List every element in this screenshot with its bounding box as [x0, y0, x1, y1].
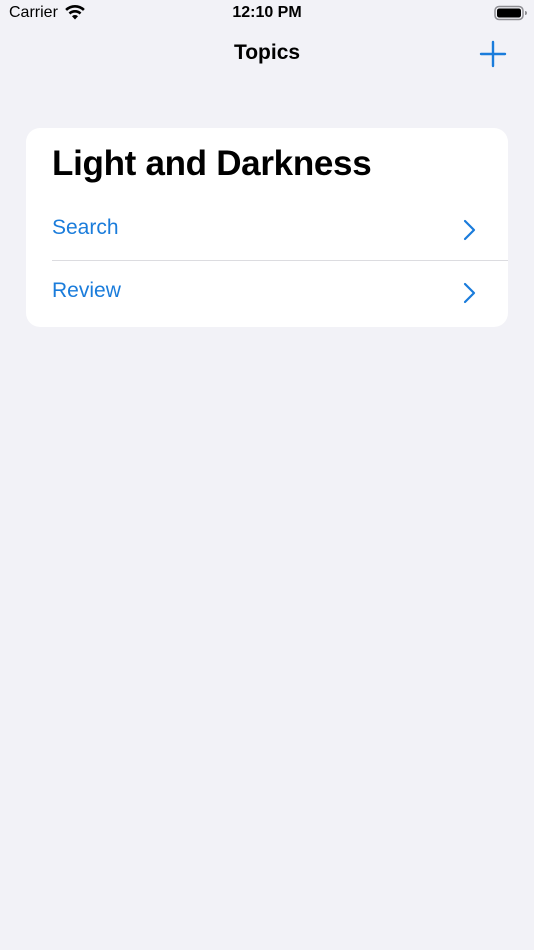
battery-icon — [494, 5, 527, 21]
chevron-right-icon — [463, 282, 476, 304]
add-topic-button[interactable] — [476, 37, 510, 71]
navigation-bar: Topics — [0, 28, 534, 82]
review-row[interactable]: Review — [26, 261, 508, 323]
clock: 12:10 PM — [232, 4, 302, 21]
search-label: Search — [52, 216, 119, 239]
status-bar: Carrier 12:10 PM — [0, 0, 534, 28]
review-label: Review — [52, 279, 121, 302]
plus-icon — [479, 40, 507, 68]
topic-title: Light and Darkness — [52, 144, 372, 183]
chevron-right-icon — [463, 219, 476, 241]
search-row[interactable]: Search — [26, 198, 508, 260]
topic-card: Light and Darkness Search Review — [26, 128, 508, 327]
page-title: Topics — [233, 41, 301, 64]
